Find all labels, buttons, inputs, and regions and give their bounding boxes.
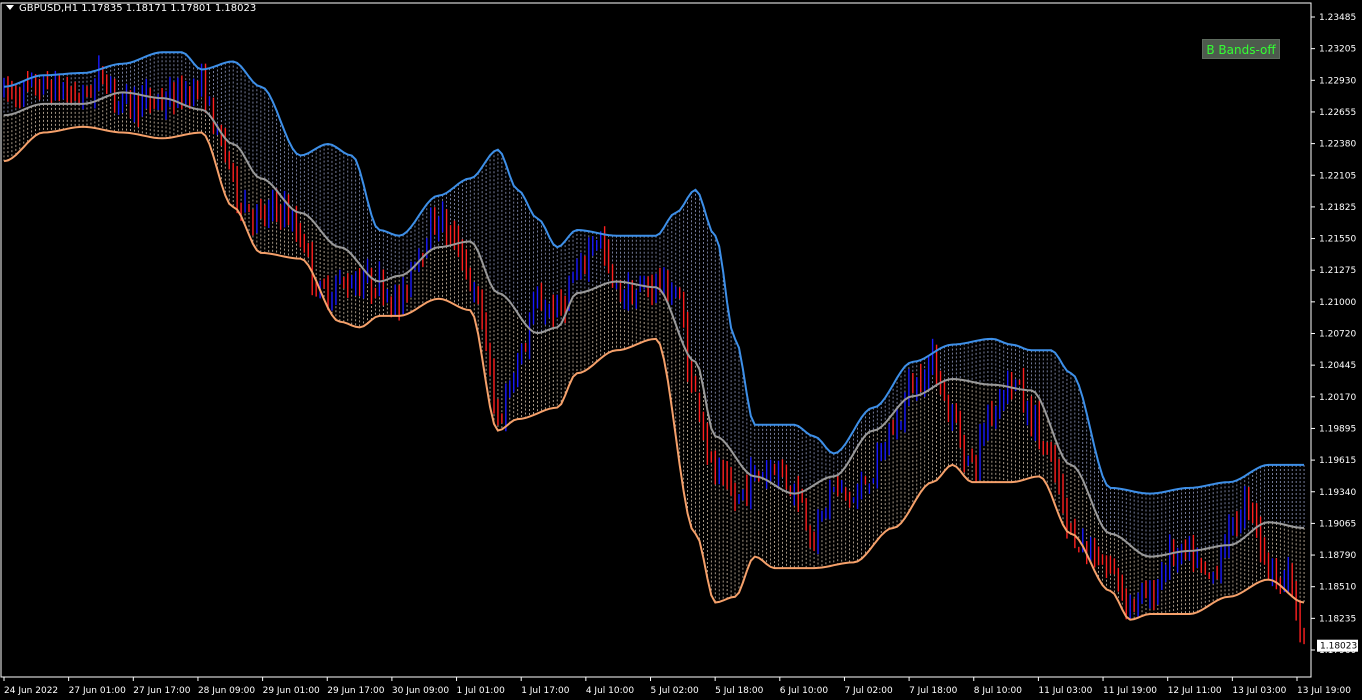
candles[interactable] [3, 55, 1305, 645]
lower-bollinger-band [3, 125, 1305, 621]
y-tick-label: 1.20445 [1319, 361, 1356, 371]
upper-bollinger-band [3, 51, 1304, 495]
x-tick-label: 13 Jul 03:00 [1232, 686, 1286, 696]
x-tick-label: 8 Jul 10:00 [974, 686, 1023, 696]
x-tick-label: 1 Jul 17:00 [521, 686, 570, 696]
symbol-info-text: GBPUSD,H1 1.17835 1.18171 1.17801 1.1802… [19, 3, 257, 14]
y-tick-label: 1.23205 [1319, 45, 1356, 55]
band-fill [3, 52, 1305, 620]
y-tick-label: 1.21000 [1319, 298, 1356, 308]
x-tick-label: 7 Jul 02:00 [844, 686, 893, 696]
y-tick-label: 1.21275 [1319, 266, 1356, 276]
x-tick-label: 28 Jun 09:00 [198, 686, 255, 696]
x-tick-label: 1 Jul 01:00 [457, 686, 506, 696]
x-tick-label: 27 Jun 01:00 [69, 686, 126, 696]
x-tick-label: 5 Jul 02:00 [651, 686, 700, 696]
symbol-info-header: GBPUSD,H1 1.17835 1.18171 1.17801 1.1802… [6, 3, 256, 14]
x-tick-label: 7 Jul 18:00 [909, 686, 958, 696]
dropdown-triangle-icon[interactable] [6, 5, 14, 10]
y-tick-label: 1.20170 [1319, 393, 1356, 403]
x-tick-label: 11 Jul 19:00 [1103, 686, 1157, 696]
y-tick-label: 1.22380 [1319, 140, 1356, 150]
y-tick-label: 1.23485 [1319, 13, 1356, 23]
current-price-label: 1.18023 [1320, 642, 1357, 652]
y-tick-label: 1.22930 [1319, 76, 1356, 86]
x-tick-label: 12 Jul 11:00 [1168, 686, 1222, 696]
x-tick-label: 11 Jul 03:00 [1038, 686, 1092, 696]
x-tick-label: 24 Jun 2022 [4, 686, 58, 696]
y-tick-label: 1.22105 [1319, 171, 1356, 181]
x-tick-label: 30 Jun 09:00 [392, 686, 449, 696]
x-tick-label: 29 Jun 01:00 [263, 686, 320, 696]
y-tick-label: 1.21550 [1319, 235, 1356, 245]
x-tick-label: 29 Jun 17:00 [327, 686, 384, 696]
price-chart[interactable]: 1.23485 1.23205 1.22930 1.22655 1.22380 1.221… [0, 0, 1362, 700]
y-tick-label: 1.19615 [1319, 456, 1356, 466]
y-tick-label: 1.20720 [1319, 330, 1356, 340]
x-tick-label: 13 Jul 19:00 [1297, 686, 1351, 696]
x-tick-label: 27 Jun 17:00 [133, 686, 190, 696]
x-tick-label: 6 Jul 10:00 [780, 686, 829, 696]
y-tick-label: 1.18510 [1319, 583, 1356, 593]
y-tick-label: 1.19065 [1319, 519, 1356, 529]
time-axis: 24 Jun 2022 27 Jun 01:00 27 Jun 17:00 28 Ju… [3, 677, 1351, 696]
bollinger-bands-toggle-button[interactable]: B Bands-off [1202, 39, 1280, 59]
plot-area[interactable] [0, 2, 1312, 678]
y-tick-label: 1.18235 [1319, 614, 1356, 624]
y-tick-label: 1.22655 [1319, 108, 1356, 118]
x-tick-label: 4 Jul 10:00 [586, 686, 635, 696]
y-tick-label: 1.19340 [1319, 488, 1356, 498]
y-tick-label: 1.19895 [1319, 424, 1356, 434]
price-axis: 1.23485 1.23205 1.22930 1.22655 1.22380 1.221… [1311, 13, 1358, 656]
x-tick-label: 5 Jul 18:00 [715, 686, 764, 696]
y-tick-label: 1.21825 [1319, 203, 1356, 213]
y-tick-label: 1.18790 [1319, 551, 1356, 561]
